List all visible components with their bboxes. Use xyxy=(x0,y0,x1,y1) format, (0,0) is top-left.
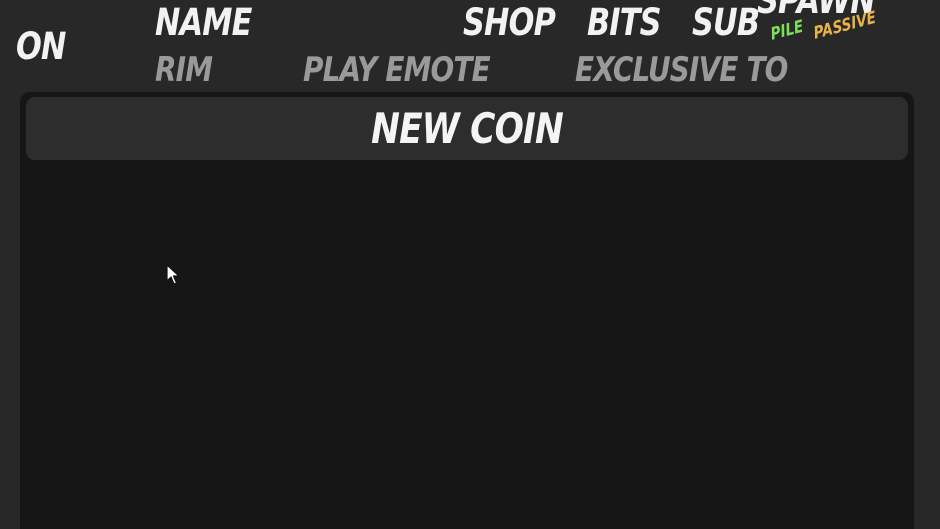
new-coin-button[interactable]: NEW COIN xyxy=(26,97,908,160)
column-header-exclusive-to: EXCLUSIVE TO xyxy=(575,50,788,90)
column-header-name: NAME xyxy=(155,1,252,44)
column-header-shop: SHOP xyxy=(463,1,556,44)
column-header-rim: RIM xyxy=(155,50,213,90)
column-header-on: ON xyxy=(16,25,66,68)
column-header-sub: SUB xyxy=(692,1,760,44)
mouse-pointer-icon xyxy=(166,264,180,285)
spawn-pile-label: PILE xyxy=(769,16,805,45)
column-header-bits: BITS xyxy=(587,1,662,44)
new-coin-label: NEW COIN xyxy=(371,104,564,153)
column-header-play-emote: PLAY EMOTE xyxy=(303,50,491,90)
